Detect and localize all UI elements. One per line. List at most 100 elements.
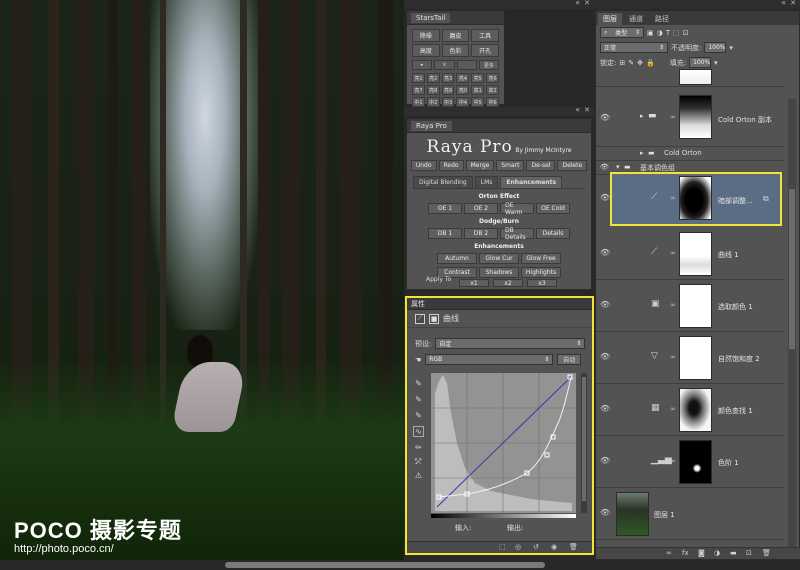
- view-previous-icon[interactable]: ◎: [515, 543, 521, 551]
- link-icon[interactable]: ∞: [670, 301, 676, 309]
- smooth-icon[interactable]: ⤱: [413, 456, 424, 467]
- preset-select[interactable]: 自定 ⇕: [435, 338, 586, 349]
- close-icon[interactable]: ×: [434, 60, 455, 70]
- lock-all-icon[interactable]: 🔒: [646, 59, 655, 67]
- panel-header[interactable]: 属性: [407, 298, 592, 310]
- starstail-button[interactable]: 开孔: [471, 44, 499, 57]
- tab-lms[interactable]: LMs: [474, 176, 499, 188]
- panel-title[interactable]: Raya Pro: [411, 120, 452, 131]
- starstail-action[interactable]: 亮2: [426, 73, 440, 83]
- curves-adjustment-icon[interactable]: ⟋: [415, 313, 425, 324]
- db1-button[interactable]: DB 1: [428, 228, 462, 239]
- details-button[interactable]: Details: [536, 228, 570, 239]
- clipping-warning-icon[interactable]: ⚠: [413, 470, 424, 481]
- close-icon[interactable]: ✕: [790, 0, 796, 7]
- curve-point-tool-icon[interactable]: ∿: [413, 426, 424, 437]
- starstail-action[interactable]: 亮7: [412, 85, 425, 95]
- layer-filter-select[interactable]: ⌕ 类型 ⇕: [600, 27, 644, 38]
- shadows-button[interactable]: Shadows: [479, 267, 519, 278]
- clip-to-layer-icon[interactable]: ⬚: [499, 543, 506, 551]
- play-icon[interactable]: ▸: [412, 60, 433, 70]
- starstail-button[interactable]: [456, 60, 477, 70]
- layer-mask-thumbnail[interactable]: [679, 232, 712, 276]
- curve-graph[interactable]: [431, 373, 576, 513]
- lock-position-icon[interactable]: ✥: [637, 59, 643, 67]
- visibility-eye-icon[interactable]: 👁: [600, 508, 610, 517]
- panel-title[interactable]: StarsTail: [411, 12, 451, 23]
- document-canvas[interactable]: POCO 摄影专题 http://photo.poco.cn/: [0, 0, 404, 560]
- layer-name[interactable]: Cold Orton: [664, 149, 702, 157]
- glow-cur-button[interactable]: Glow Cur: [479, 253, 519, 264]
- visibility-eye-icon[interactable]: 👁: [600, 404, 610, 413]
- layer-name[interactable]: 颜色查找 1: [718, 406, 753, 416]
- panel-header[interactable]: Raya Pro: [407, 119, 591, 133]
- layer-mask-thumbnail[interactable]: [679, 176, 712, 220]
- layer-name[interactable]: 图层 1: [654, 510, 675, 520]
- layer-row[interactable]: 👁 ▁▃▅ ∞ 色阶 1: [596, 436, 784, 488]
- starstail-action[interactable]: 亮3: [441, 73, 455, 83]
- starstail-action[interactable]: 高1: [471, 85, 485, 95]
- trash-icon[interactable]: 🗑: [569, 543, 578, 551]
- layer-mask-thumbnail[interactable]: [679, 95, 712, 139]
- close-icon[interactable]: ✕: [584, 0, 590, 7]
- chevron-down-icon[interactable]: ▾: [729, 44, 733, 52]
- oe2-button[interactable]: OE 2: [464, 203, 498, 214]
- oe-warm-button[interactable]: OE Warm: [500, 202, 534, 216]
- autumn-button[interactable]: Autumn: [437, 253, 477, 264]
- link-icon[interactable]: ∞: [670, 194, 676, 202]
- add-mask-icon[interactable]: ◙: [698, 549, 705, 557]
- link-icon[interactable]: ∞: [670, 405, 676, 413]
- black-point-eyedropper-icon[interactable]: ✎: [413, 378, 424, 389]
- tab-digital-blending[interactable]: Digital Blending: [413, 176, 473, 188]
- starstail-button[interactable]: 高度: [412, 44, 440, 57]
- filter-adjustment-icon[interactable]: ◑: [657, 29, 663, 37]
- fill-input[interactable]: 100%: [689, 57, 712, 68]
- starstail-action[interactable]: 亮0: [456, 85, 470, 95]
- trash-icon[interactable]: 🗑: [762, 549, 771, 557]
- filter-type-icon[interactable]: T: [666, 29, 670, 37]
- visibility-eye-icon[interactable]: 👁: [600, 163, 609, 171]
- layer-row[interactable]: 👁 ▸ ▬ ∞ Cold Orton 副本: [596, 87, 784, 147]
- starstail-button[interactable]: 工具: [471, 29, 499, 42]
- db-details-button[interactable]: DB Details: [500, 227, 534, 241]
- starstail-action[interactable]: 中1: [412, 97, 425, 107]
- starstail-action[interactable]: 亮8: [426, 85, 440, 95]
- opacity-input[interactable]: 100%: [704, 42, 727, 53]
- new-layer-icon[interactable]: ⊡: [746, 549, 752, 557]
- white-point-eyedropper-icon[interactable]: ✎: [413, 410, 424, 421]
- visibility-eye-icon[interactable]: 👁: [600, 193, 610, 202]
- glow-free-button[interactable]: Glow Free: [521, 253, 561, 264]
- lock-pixels-icon[interactable]: ✎: [628, 59, 634, 67]
- new-adjustment-icon[interactable]: ◑: [714, 549, 720, 557]
- gray-point-eyedropper-icon[interactable]: ✎: [413, 394, 424, 405]
- visibility-eye-icon[interactable]: 👁: [600, 300, 610, 309]
- starstail-action[interactable]: 中5: [471, 97, 485, 107]
- lock-transparent-icon[interactable]: ⊞: [619, 59, 625, 67]
- visibility-eye-icon[interactable]: 👁: [600, 248, 610, 257]
- auto-button[interactable]: 自动: [557, 354, 582, 365]
- channel-select[interactable]: RGB ⇕: [425, 354, 554, 365]
- fx-icon[interactable]: fx: [682, 549, 689, 557]
- link-icon[interactable]: ∞: [670, 113, 676, 121]
- link-icon[interactable]: ∞: [670, 353, 676, 361]
- canvas-horizontal-scrollbar[interactable]: [225, 562, 545, 568]
- layer-row[interactable]: [596, 69, 784, 87]
- highlights-button[interactable]: Highlights: [521, 267, 561, 278]
- starstail-action[interactable]: 亮1: [412, 73, 425, 83]
- visibility-eye-icon[interactable]: 👁: [600, 352, 610, 361]
- layer-mask-thumbnail[interactable]: [679, 440, 712, 484]
- layer-mask-thumbnail[interactable]: [679, 388, 712, 432]
- panel-title[interactable]: 属性: [411, 299, 425, 309]
- collapse-arrow-icon[interactable]: ▾: [616, 163, 620, 171]
- apply-button[interactable]: x3: [527, 279, 557, 287]
- dock-bar-middle[interactable]: «✕: [404, 105, 594, 116]
- starstail-action[interactable]: 亮5: [471, 73, 485, 83]
- layer-row[interactable]: 👁 ▽ ∞ 自然饱和度 2: [596, 332, 784, 384]
- tab-layers[interactable]: 图层: [598, 13, 622, 25]
- starstail-action[interactable]: 中4: [456, 97, 470, 107]
- starstail-button[interactable]: 降噪: [412, 29, 440, 42]
- apply-button[interactable]: x2: [493, 279, 523, 287]
- new-group-icon[interactable]: ▬: [730, 549, 737, 557]
- more-button[interactable]: 更多: [478, 60, 499, 70]
- starstail-action[interactable]: 中2: [426, 97, 440, 107]
